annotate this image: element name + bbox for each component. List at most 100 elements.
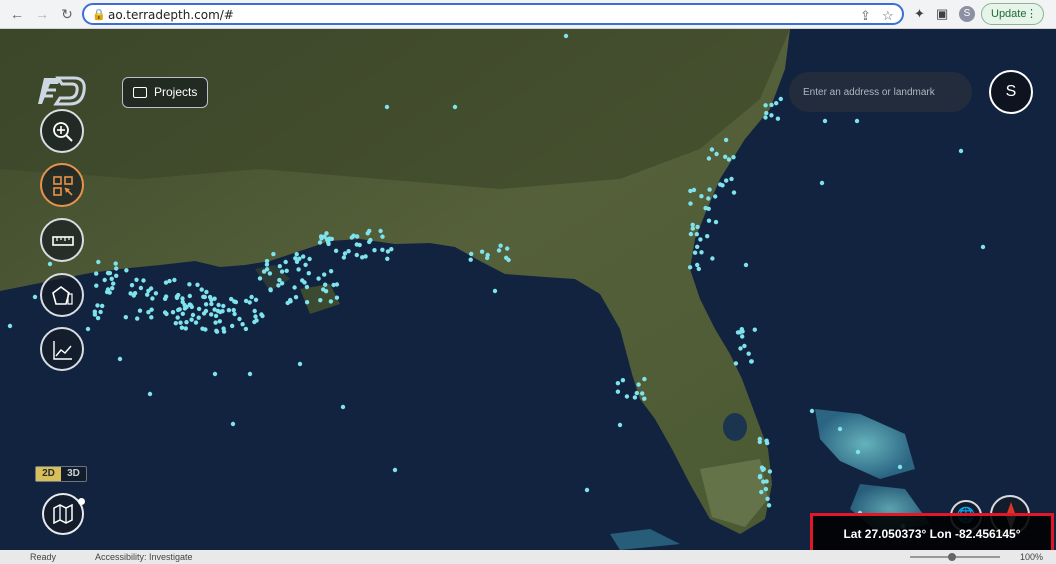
survey-point[interactable] — [174, 295, 180, 300]
survey-point[interactable] — [285, 300, 290, 306]
survey-point[interactable] — [706, 218, 712, 223]
survey-point[interactable] — [221, 303, 226, 309]
survey-point[interactable] — [778, 96, 783, 102]
survey-point[interactable] — [189, 304, 194, 310]
survey-point[interactable] — [769, 102, 774, 108]
survey-point[interactable] — [385, 256, 390, 261]
survey-point[interactable] — [380, 247, 385, 252]
survey-point[interactable] — [735, 330, 741, 335]
survey-point[interactable] — [232, 311, 237, 317]
survey-point[interactable] — [763, 103, 768, 108]
survey-point[interactable] — [249, 294, 254, 300]
survey-point[interactable] — [696, 266, 701, 272]
survey-point[interactable] — [189, 317, 194, 322]
survey-point[interactable] — [769, 113, 774, 118]
survey-point[interactable] — [92, 312, 98, 317]
survey-point[interactable] — [124, 268, 129, 273]
survey-point[interactable] — [284, 268, 289, 273]
accessibility-status[interactable]: Accessibility: Investigate — [95, 550, 193, 564]
survey-point[interactable] — [742, 343, 747, 349]
share-icon[interactable]: ⇪ — [860, 8, 871, 24]
survey-point[interactable] — [230, 323, 235, 329]
survey-point[interactable] — [138, 285, 144, 291]
survey-point[interactable] — [252, 319, 257, 325]
survey-point[interactable] — [726, 157, 732, 162]
survey-point[interactable] — [300, 278, 305, 283]
survey-point[interactable] — [687, 265, 693, 270]
survey-point[interactable] — [221, 329, 227, 334]
survey-point[interactable] — [323, 289, 329, 294]
survey-point[interactable] — [196, 306, 202, 312]
survey-point[interactable] — [690, 222, 695, 227]
bookmark-star-icon[interactable]: ☆ — [882, 8, 894, 24]
dimension-toggle[interactable]: 2D 3D — [35, 466, 87, 482]
survey-point[interactable] — [187, 282, 192, 287]
survey-point[interactable] — [94, 283, 99, 288]
survey-point[interactable] — [226, 308, 232, 313]
measure-tool-button[interactable] — [40, 218, 84, 262]
survey-point[interactable] — [620, 378, 626, 383]
survey-point[interactable] — [214, 329, 220, 334]
survey-point[interactable] — [85, 326, 91, 332]
survey-point[interactable] — [733, 361, 739, 366]
survey-point[interactable] — [173, 321, 178, 326]
survey-point[interactable] — [98, 309, 103, 315]
basemap-switcher-button[interactable] — [42, 493, 85, 535]
survey-point[interactable] — [731, 155, 736, 160]
survey-point[interactable] — [100, 303, 105, 309]
survey-point[interactable] — [452, 104, 458, 110]
map-viewport[interactable]: Projects S — [0, 29, 1056, 550]
survey-point[interactable] — [713, 219, 719, 225]
survey-point[interactable] — [723, 137, 729, 143]
survey-point[interactable] — [268, 287, 273, 292]
browser-update-button[interactable]: Update ⋮ — [981, 3, 1044, 25]
survey-point[interactable] — [563, 33, 569, 39]
survey-point[interactable] — [113, 261, 118, 266]
survey-point[interactable] — [617, 422, 623, 428]
address-bar[interactable]: 🔒 ao.terradepth.com/# ⇪ ☆ — [82, 3, 904, 25]
survey-point[interactable] — [213, 313, 219, 319]
survey-point[interactable] — [774, 101, 779, 106]
survey-point[interactable] — [200, 326, 205, 331]
survey-point[interactable] — [692, 250, 698, 255]
survey-point[interactable] — [297, 361, 303, 367]
survey-point[interactable] — [724, 178, 729, 183]
survey-point[interactable] — [230, 421, 236, 427]
survey-point[interactable] — [292, 285, 297, 290]
survey-point[interactable] — [301, 254, 306, 259]
survey-point[interactable] — [763, 115, 768, 120]
survey-point[interactable] — [129, 283, 135, 288]
survey-point[interactable] — [96, 259, 101, 265]
survey-point[interactable] — [746, 351, 751, 356]
survey-point[interactable] — [199, 287, 204, 292]
survey-point[interactable] — [705, 234, 710, 239]
survey-point[interactable] — [109, 276, 114, 281]
survey-point[interactable] — [764, 438, 769, 443]
survey-point[interactable] — [123, 315, 128, 320]
survey-point[interactable] — [114, 273, 119, 278]
forward-arrow-icon[interactable]: → — [33, 5, 51, 23]
survey-point[interactable] — [304, 284, 310, 290]
survey-point[interactable] — [584, 487, 590, 493]
survey-point[interactable] — [378, 228, 383, 234]
survey-point[interactable] — [47, 261, 53, 267]
survey-point[interactable] — [485, 255, 490, 261]
survey-point[interactable] — [146, 310, 151, 315]
survey-point[interactable] — [749, 359, 754, 364]
survey-point[interactable] — [713, 194, 718, 199]
survey-point[interactable] — [153, 291, 159, 296]
survey-point[interactable] — [218, 309, 223, 315]
survey-point[interactable] — [294, 252, 299, 257]
survey-point[interactable] — [240, 322, 245, 327]
survey-point[interactable] — [317, 240, 323, 245]
survey-point[interactable] — [505, 246, 510, 251]
survey-point[interactable] — [334, 295, 340, 300]
survey-point[interactable] — [340, 404, 346, 410]
survey-point[interactable] — [767, 469, 773, 474]
survey-point[interactable] — [822, 118, 828, 124]
location-search[interactable] — [789, 72, 972, 112]
survey-point[interactable] — [243, 326, 249, 332]
reload-icon[interactable]: ↻ — [58, 5, 76, 23]
survey-point[interactable] — [349, 235, 354, 240]
user-avatar[interactable]: S — [989, 70, 1033, 114]
